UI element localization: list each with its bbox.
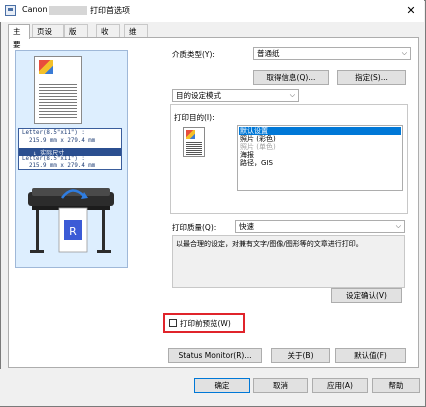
document-lines-icon — [186, 141, 202, 155]
tab-main[interactable]: 主要 — [8, 24, 30, 49]
media-type-value: 普通纸 — [257, 49, 280, 58]
chevron-down-icon: ⌵ — [401, 49, 407, 57]
tab-layout[interactable]: 版式 — [64, 24, 88, 49]
purpose-option-default[interactable]: 默认设置 — [239, 127, 401, 135]
print-quality-label: 打印质量(Q): — [172, 223, 217, 232]
confirm-settings-button[interactable]: 设定确认(V) — [331, 288, 402, 303]
purpose-option-photo-color[interactable]: 照片 (彩色) — [239, 135, 401, 143]
page-image-icon — [39, 60, 53, 74]
tab-favorites[interactable]: 收藏 — [96, 24, 120, 49]
purpose-option-poster[interactable]: 海报 — [239, 151, 401, 159]
tab-maintenance[interactable]: 维护 — [124, 24, 148, 49]
size-line-3: Letter(8.5"x11") : — [22, 156, 85, 162]
size-line-4: 215.9 mm x 279.4 mm — [22, 163, 96, 169]
cancel-button[interactable]: 取消 — [253, 378, 308, 393]
redacted-model-name — [49, 6, 87, 15]
print-purpose-list[interactable]: 默认设置 照片 (彩色) 照片 (单色) 海报 路径，GIS — [237, 125, 403, 191]
svg-text:R: R — [69, 225, 77, 238]
document-type-icon — [183, 127, 205, 157]
media-type-select[interactable]: 普通纸 ⌵ — [253, 47, 411, 60]
print-quality-select[interactable]: 快速 ⌵ — [235, 220, 405, 233]
size-line-1: Letter(8.5"x11") : — [22, 130, 85, 136]
chevron-down-icon: ⌵ — [289, 91, 295, 99]
print-purpose-label: 打印目的(I): — [174, 113, 215, 122]
ok-button[interactable]: 确定 — [194, 378, 250, 393]
apply-button[interactable]: 应用(A) — [312, 378, 368, 393]
defaults-button[interactable]: 默认值(F) — [335, 348, 406, 363]
about-button[interactable]: 关于(B) — [271, 348, 330, 363]
document-image-icon — [186, 130, 195, 139]
chevron-down-icon: ⌵ — [395, 222, 401, 230]
purpose-mode-value: 目的设定模式 — [176, 91, 221, 100]
close-icon[interactable]: ✕ — [402, 3, 420, 19]
window-title-prefix: Canon — [22, 5, 48, 14]
help-button[interactable]: 帮助 — [372, 378, 420, 393]
purpose-option-photo-mono: 照片 (单色) — [240, 143, 276, 151]
purpose-option-gis[interactable]: 路径，GIS — [239, 159, 401, 167]
quality-description-text: 以最合理的设定，对兼有文字/图像/图形等的文章进行打印。 — [176, 240, 363, 248]
purpose-mode-select[interactable]: 目的设定模式 ⌵ — [172, 89, 299, 102]
printer-illustration-icon: R — [28, 188, 114, 253]
printer-app-icon — [5, 5, 16, 16]
get-info-button[interactable]: 取得信息(Q)... — [253, 70, 329, 85]
paper-size-info: Letter(8.5"x11") : 215.9 mm x 279.4 mm ↓… — [18, 128, 122, 170]
actual-size-bar: ↓ 实际尺寸 — [19, 148, 121, 157]
quality-description: 以最合理的设定，对兼有文字/图像/图形等的文章进行打印。 — [172, 235, 405, 288]
media-type-label: 介质类型(Y): — [172, 50, 215, 59]
preview-before-print-checkbox[interactable] — [169, 319, 177, 327]
size-line-2: 215.9 mm x 279.4 mm — [22, 138, 96, 144]
status-monitor-button[interactable]: Status Monitor(R)... — [168, 348, 262, 363]
tab-page-setup[interactable]: 页设置 — [32, 24, 64, 49]
specify-button[interactable]: 指定(S)... — [337, 70, 406, 85]
print-quality-value: 快速 — [239, 222, 254, 231]
page-text-lines — [39, 82, 77, 120]
preview-before-print-label[interactable]: 打印前预览(W) — [180, 318, 231, 329]
window-title-suffix: 打印首选项 — [90, 6, 130, 15]
